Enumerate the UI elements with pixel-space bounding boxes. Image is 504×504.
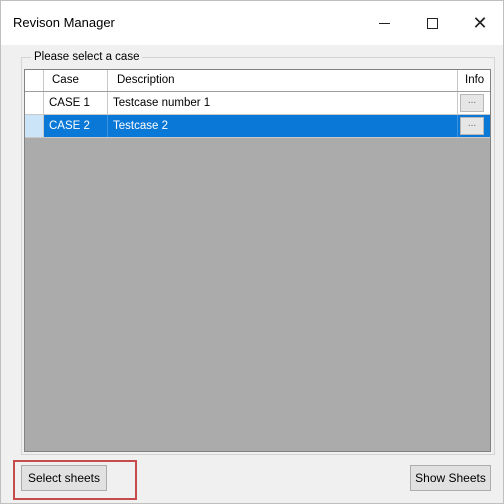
column-header-case[interactable]: Case	[52, 70, 79, 90]
maximize-icon	[426, 17, 438, 29]
minimize-icon	[378, 22, 390, 24]
group-label: Please select a case	[31, 51, 143, 63]
column-divider	[457, 70, 458, 91]
revision-manager-window: Revison Manager ✕ Please select a case C…	[0, 0, 504, 504]
description-cell[interactable]: Testcase 2	[113, 116, 168, 136]
info-button[interactable]: ...	[460, 117, 484, 135]
row-header[interactable]	[25, 92, 44, 114]
column-divider	[457, 115, 458, 137]
highlight-annotation	[13, 460, 137, 500]
info-button[interactable]: ...	[460, 94, 484, 112]
column-divider	[107, 92, 108, 114]
close-button[interactable]: ✕	[457, 5, 503, 41]
show-sheets-button[interactable]: Show Sheets	[410, 465, 491, 491]
maximize-button[interactable]	[409, 5, 455, 41]
column-header-description[interactable]: Description	[117, 70, 175, 90]
case-grid[interactable]: Case Description Info CASE 1 Testcase nu…	[24, 69, 491, 452]
minimize-button[interactable]	[361, 5, 407, 41]
case-cell[interactable]: CASE 1	[49, 93, 90, 113]
column-divider	[107, 70, 108, 91]
case-cell[interactable]: CASE 2	[49, 116, 90, 136]
title-bar[interactable]: Revison Manager ✕	[1, 1, 503, 45]
table-row[interactable]: CASE 1 Testcase number 1 ...	[25, 92, 490, 115]
column-divider	[107, 115, 108, 137]
row-header[interactable]	[25, 115, 44, 137]
table-row-selected[interactable]: CASE 2 Testcase 2 ...	[25, 115, 490, 138]
description-cell[interactable]: Testcase number 1	[113, 93, 210, 113]
close-icon: ✕	[472, 12, 488, 33]
grid-header: Case Description Info	[25, 70, 490, 92]
header-corner	[25, 70, 44, 91]
column-divider	[457, 92, 458, 114]
column-header-info[interactable]: Info	[465, 70, 484, 90]
window-title: Revison Manager	[13, 15, 115, 30]
